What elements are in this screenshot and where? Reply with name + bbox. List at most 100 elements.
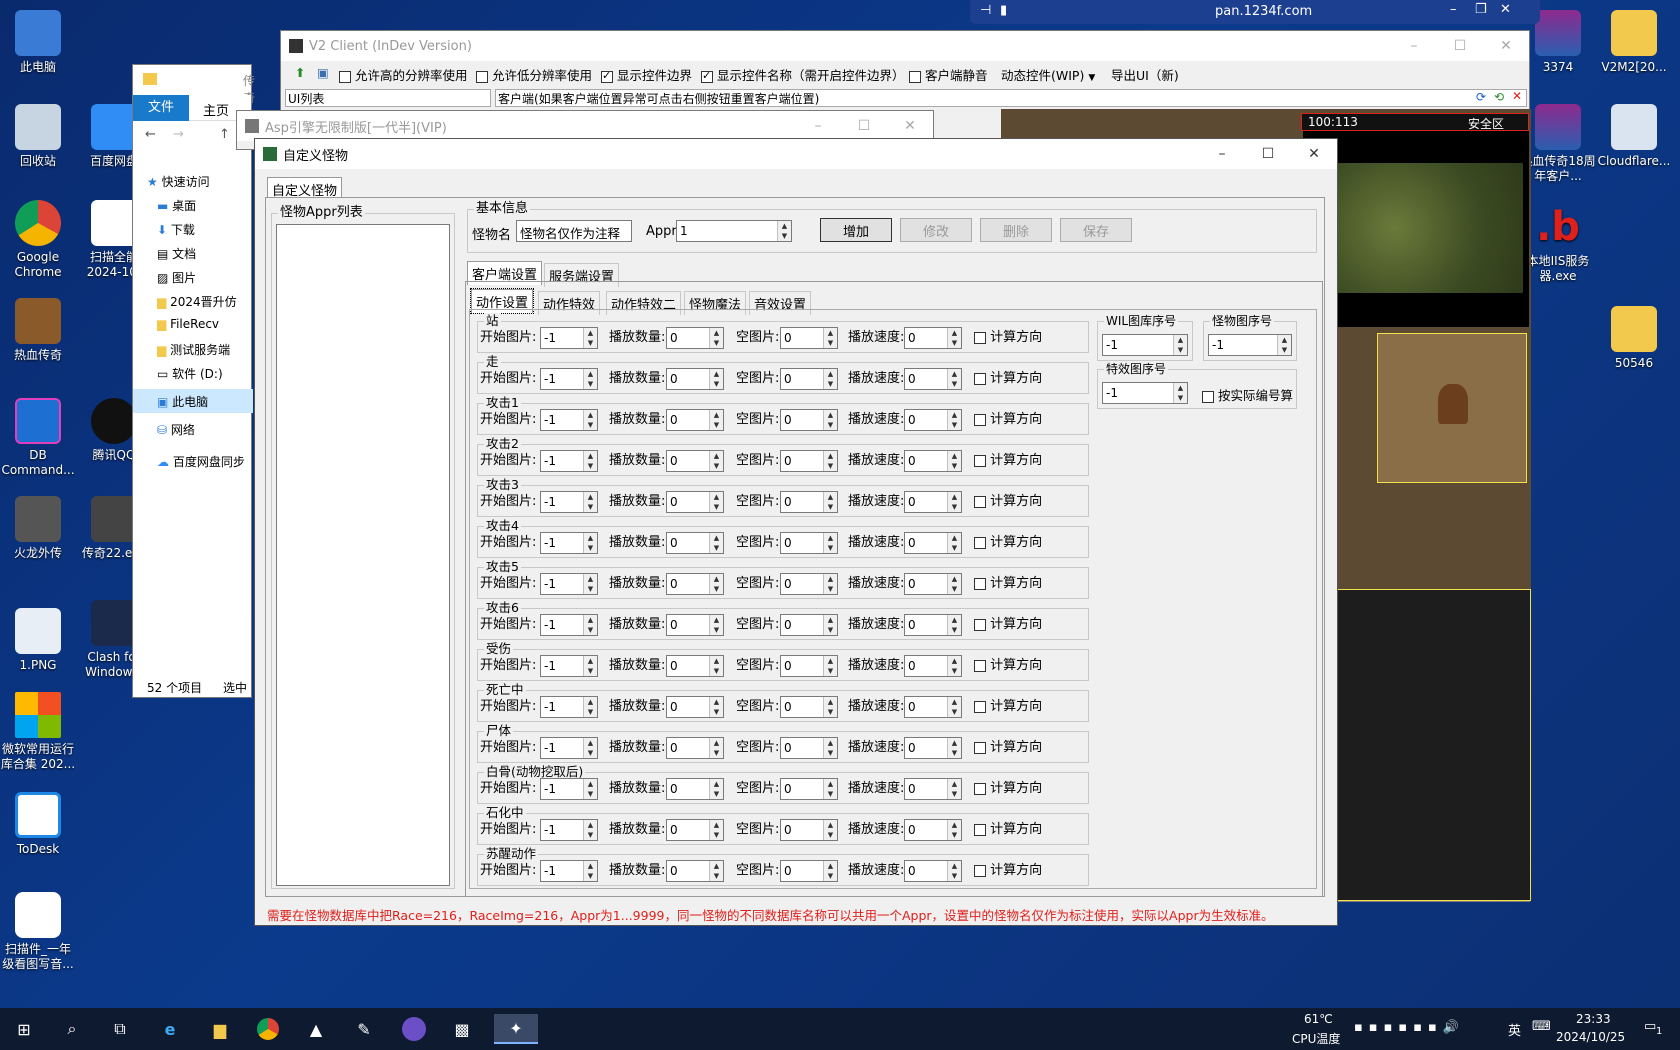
- down-arrow-icon[interactable]: ▼: [584, 502, 597, 512]
- close-button[interactable]: ✕: [1291, 139, 1337, 169]
- desktop-icon-dbcommand[interactable]: DB Command...: [0, 398, 76, 478]
- add-button[interactable]: 增加: [820, 218, 892, 242]
- close-button[interactable]: ✕: [1483, 31, 1529, 61]
- desktop-icon-legend18[interactable]: 热血传奇18周年客户...: [1520, 104, 1596, 184]
- close-red-icon[interactable]: ✕: [1512, 89, 1522, 103]
- export-ui-button[interactable]: 导出UI（新): [1111, 65, 1179, 84]
- stepper-arrows[interactable]: ▲ ▼: [709, 697, 723, 717]
- start-image-stepper[interactable]: -1 ▲ ▼: [540, 368, 598, 390]
- up-arrow-icon[interactable]: ▲: [584, 738, 597, 748]
- play-count-stepper[interactable]: 0 ▲ ▼: [666, 450, 724, 472]
- start-image-stepper[interactable]: -1 ▲ ▼: [540, 819, 598, 841]
- toggle-show-bounds[interactable]: 显示控件边界: [601, 65, 692, 84]
- up-arrow-icon[interactable]: ▲: [1278, 335, 1291, 345]
- nav-item-pictures[interactable]: ▨ 图片: [157, 269, 196, 286]
- up-arrow-icon[interactable]: ▲: [710, 451, 723, 461]
- up-arrow-icon[interactable]: ▲: [948, 861, 961, 871]
- modify-button[interactable]: 修改: [900, 218, 972, 242]
- nav-item-documents[interactable]: ▤ 文档: [157, 245, 196, 262]
- desktop-icon-cloudflare[interactable]: Cloudflare...: [1596, 104, 1672, 169]
- checkbox[interactable]: [974, 331, 986, 344]
- down-arrow-icon[interactable]: ▼: [710, 789, 723, 799]
- stepper-arrows[interactable]: ▲ ▼: [947, 369, 961, 389]
- actual-number-checkbox[interactable]: 按实际编号算: [1202, 385, 1293, 404]
- checkbox[interactable]: [974, 618, 986, 631]
- v2-taskbar-icon[interactable]: [398, 1014, 430, 1044]
- down-arrow-icon[interactable]: ▼: [948, 420, 961, 430]
- down-arrow-icon[interactable]: ▼: [824, 625, 837, 635]
- keyboard-icon[interactable]: ⌨: [1532, 1019, 1551, 1034]
- nav-item-baidu-sync[interactable]: ☁ 百度网盘同步: [157, 453, 245, 470]
- up-arrow-icon[interactable]: ▲: [778, 221, 791, 231]
- down-arrow-icon[interactable]: ▼: [824, 789, 837, 799]
- play-count-stepper[interactable]: 0 ▲ ▼: [666, 409, 724, 431]
- down-arrow-icon[interactable]: ▼: [824, 338, 837, 348]
- down-arrow-icon[interactable]: ▼: [584, 543, 597, 553]
- down-arrow-icon[interactable]: ▼: [824, 584, 837, 594]
- stepper-arrows[interactable]: ▲ ▼: [823, 656, 837, 676]
- maximize-button[interactable]: ☐: [1437, 31, 1483, 61]
- task-view-icon[interactable]: ⧉: [104, 1014, 136, 1044]
- down-arrow-icon[interactable]: ▼: [948, 379, 961, 389]
- calc-direction-checkbox[interactable]: 计算方向: [974, 781, 1042, 797]
- calc-direction-checkbox[interactable]: 计算方向: [974, 535, 1042, 551]
- minimize-button[interactable]: –: [795, 111, 841, 141]
- stepper-arrows[interactable]: ▲ ▼: [823, 697, 837, 717]
- up-arrow-icon[interactable]: ▲: [584, 615, 597, 625]
- nav-item-folder-2024[interactable]: ▆ 2024晋升仿: [157, 293, 237, 310]
- stepper-arrows[interactable]: ▲ ▼: [823, 861, 837, 881]
- play-count-stepper[interactable]: 0 ▲ ▼: [666, 819, 724, 841]
- play-speed-stepper[interactable]: 0 ▲ ▼: [904, 614, 962, 636]
- checkbox[interactable]: [339, 70, 351, 83]
- down-arrow-icon[interactable]: ▼: [948, 543, 961, 553]
- stepper-arrows[interactable]: ▲ ▼: [709, 533, 723, 553]
- down-arrow-icon[interactable]: ▼: [584, 625, 597, 635]
- down-arrow-icon[interactable]: ▼: [948, 584, 961, 594]
- up-arrow-icon[interactable]: ▲: [584, 697, 597, 707]
- play-speed-stepper[interactable]: 0 ▲ ▼: [904, 491, 962, 513]
- up-arrow-icon[interactable]: ▲: [824, 369, 837, 379]
- play-count-stepper[interactable]: 0 ▲ ▼: [666, 368, 724, 390]
- clock-time[interactable]: 23:33: [1576, 1012, 1611, 1026]
- start-image-stepper[interactable]: -1 ▲ ▼: [540, 737, 598, 759]
- close-icon[interactable]: ✕: [1500, 2, 1511, 17]
- open-icon[interactable]: ⬆: [295, 65, 305, 80]
- desktop-icon-50546[interactable]: 50546: [1596, 306, 1672, 371]
- up-arrow-icon[interactable]: ▲: [584, 820, 597, 830]
- start-image-stepper[interactable]: -1 ▲ ▼: [540, 532, 598, 554]
- start-image-stepper[interactable]: -1 ▲ ▼: [540, 696, 598, 718]
- empty-image-stepper[interactable]: 0 ▲ ▼: [780, 368, 838, 390]
- play-count-stepper[interactable]: 0 ▲ ▼: [666, 532, 724, 554]
- down-arrow-icon[interactable]: ▼: [948, 707, 961, 717]
- up-arrow-icon[interactable]: ▲: [824, 656, 837, 666]
- up-arrow-icon[interactable]: ▲: [710, 574, 723, 584]
- desktop-icon-png[interactable]: 1.PNG: [0, 608, 76, 673]
- effect-stepper[interactable]: -1 ▲ ▼: [1102, 382, 1188, 404]
- up-arrow-icon[interactable]: ▲: [710, 656, 723, 666]
- stepper-arrows[interactable]: ▲ ▼: [709, 492, 723, 512]
- down-arrow-icon[interactable]: ▼: [710, 830, 723, 840]
- down-arrow-icon[interactable]: ▼: [710, 502, 723, 512]
- up-arrow-icon[interactable]: ▲: [824, 697, 837, 707]
- stepper-arrows[interactable]: ▲ ▼: [823, 574, 837, 594]
- calc-direction-checkbox[interactable]: 计算方向: [974, 330, 1042, 346]
- checkbox[interactable]: [701, 69, 713, 83]
- file-explorer-icon[interactable]: ▆: [204, 1014, 236, 1044]
- checkbox[interactable]: [974, 659, 986, 672]
- calc-direction-checkbox[interactable]: 计算方向: [974, 453, 1042, 469]
- stepper-arrows[interactable]: ▲ ▼: [1173, 335, 1187, 355]
- desktop-icon-scan[interactable]: 扫描件_一年级看图写音...: [0, 892, 76, 972]
- monster-name-input[interactable]: 怪物名仅作为注释: [516, 220, 632, 242]
- stepper-arrows[interactable]: ▲ ▼: [823, 451, 837, 471]
- down-arrow-icon[interactable]: ▼: [710, 871, 723, 881]
- down-arrow-icon[interactable]: ▼: [948, 502, 961, 512]
- stepper-arrows[interactable]: ▲ ▼: [947, 738, 961, 758]
- up-arrow-icon[interactable]: ▲: [584, 410, 597, 420]
- down-arrow-icon[interactable]: ▼: [824, 748, 837, 758]
- toggle-mute[interactable]: 客户端静音: [909, 65, 988, 84]
- stepper-arrows[interactable]: ▲ ▼: [947, 574, 961, 594]
- desktop-icon-huolong[interactable]: 火龙外传: [0, 496, 76, 561]
- play-count-stepper[interactable]: 0 ▲ ▼: [666, 655, 724, 677]
- start-image-stepper[interactable]: -1 ▲ ▼: [540, 491, 598, 513]
- down-arrow-icon[interactable]: ▼: [824, 871, 837, 881]
